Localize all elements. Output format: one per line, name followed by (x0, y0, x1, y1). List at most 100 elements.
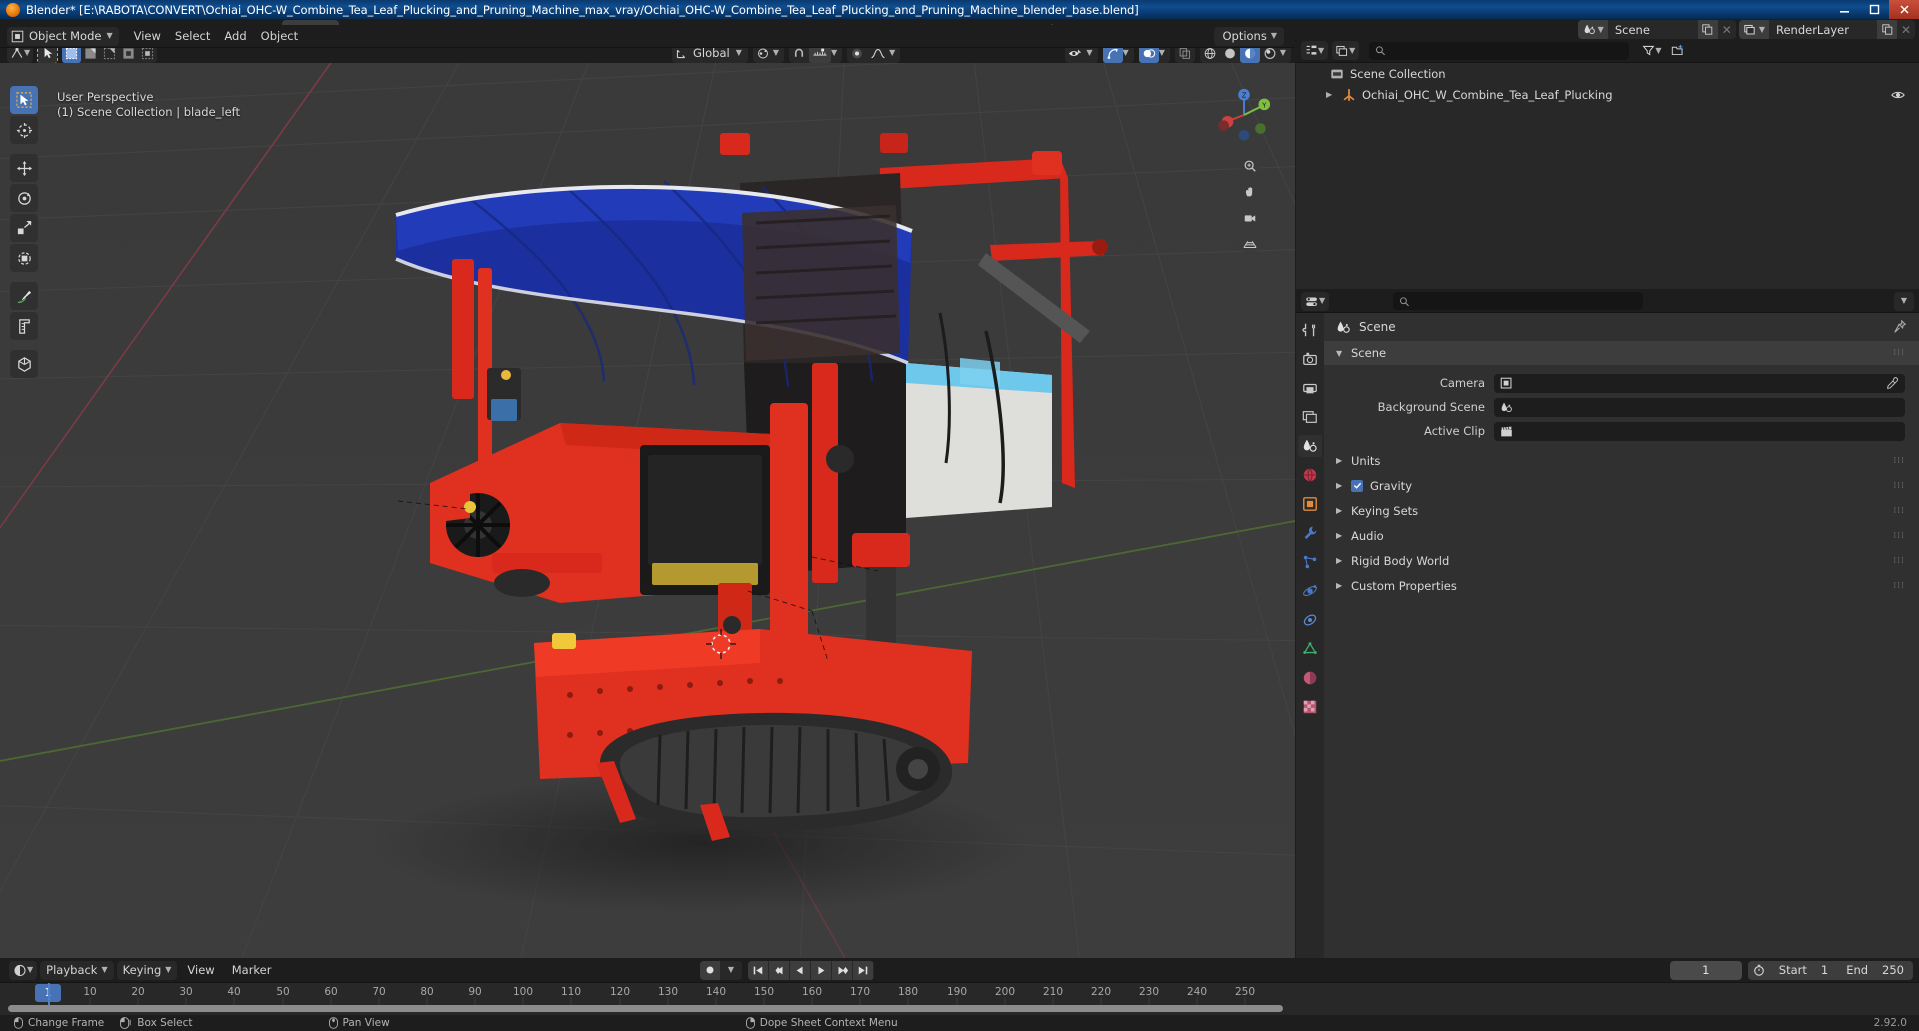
viewport-menu-object[interactable]: Object (254, 27, 305, 45)
eyedropper-icon[interactable] (1886, 376, 1899, 390)
scene-unlink-button[interactable]: ✕ (1718, 20, 1736, 39)
next-keyframe-button[interactable] (832, 960, 853, 980)
viewport-menu-view[interactable]: View (127, 27, 168, 45)
timeline-editor-type-button[interactable]: ▼ (9, 960, 38, 980)
properties-tab-modifiers[interactable] (1298, 522, 1322, 544)
tool-scale[interactable] (10, 214, 38, 242)
outliner-display-mode-button[interactable]: ▼ (1332, 41, 1360, 60)
outliner-search-field[interactable] (1390, 44, 1624, 57)
auto-keyframe-button[interactable] (700, 960, 721, 980)
tool-transform[interactable] (10, 244, 38, 272)
orientation-value[interactable]: Global (691, 46, 736, 60)
properties-tab-output[interactable] (1298, 377, 1322, 399)
auto-keying-group[interactable]: ▼ (700, 960, 742, 980)
auto-keying-options-button[interactable]: ▼ (721, 960, 742, 980)
camera-field[interactable] (1494, 373, 1905, 393)
properties-tab-constraints[interactable] (1298, 609, 1322, 631)
properties-tab-texture[interactable] (1298, 696, 1322, 718)
options-dropdown[interactable]: Options ▼ (1214, 26, 1284, 46)
properties-tab-world[interactable] (1298, 464, 1322, 486)
timeline-editor[interactable]: ▼ Playback ▼ Keying ▼ View Marker ▼ 1 St… (0, 958, 1919, 1015)
jump-to-start-button[interactable] (748, 960, 769, 980)
active-clip-field[interactable] (1494, 421, 1905, 441)
properties-search-field[interactable] (1414, 294, 1637, 308)
timeline-ruler[interactable]: 1 10 20 30 40 50 60 70 80 90 100 110 120… (0, 983, 1919, 1005)
properties-tab-scene[interactable] (1298, 435, 1322, 457)
properties-tab-view-layer[interactable] (1298, 406, 1322, 428)
outliner-search-input[interactable] (1369, 41, 1630, 60)
timeline-scrollbar[interactable] (8, 1005, 1283, 1012)
navigation-gizmo[interactable]: Z Y (1215, 86, 1273, 144)
start-frame-field[interactable]: Start 1 (1770, 963, 1837, 977)
mouse-left-icon (14, 1017, 23, 1029)
section-units[interactable]: ▶ Units ⁞⁞⁞ (1324, 448, 1919, 473)
panel-header-scene[interactable]: ▼ Scene ⁞⁞⁞ (1324, 341, 1919, 365)
close-button[interactable] (1889, 0, 1919, 19)
pan-view-button[interactable] (1239, 181, 1261, 203)
tool-tweak-select[interactable] (10, 86, 38, 114)
current-frame-field[interactable]: 1 (1669, 960, 1742, 980)
properties-tab-material[interactable] (1298, 667, 1322, 689)
maximize-button[interactable] (1859, 0, 1889, 19)
properties-search-input[interactable] (1393, 292, 1643, 310)
section-custom-properties[interactable]: ▶ Custom Properties ⁞⁞⁞ (1324, 573, 1919, 598)
properties-tab-tool[interactable] (1298, 319, 1322, 341)
outliner-new-collection-button[interactable] (1668, 41, 1688, 60)
timeline-menu-playback[interactable]: Playback ▼ (40, 960, 114, 980)
properties-tab-physics[interactable] (1298, 580, 1322, 602)
section-rigid-body-world[interactable]: ▶ Rigid Body World ⁞⁞⁞ (1324, 548, 1919, 573)
outliner-visibility-toggle[interactable] (1891, 88, 1905, 102)
outliner-editor-type-button[interactable]: ▼ (1301, 41, 1329, 60)
timeline-menu-marker[interactable]: Marker (225, 961, 279, 979)
toggle-perspective-button[interactable] (1239, 233, 1261, 255)
viewlayer-remove-button[interactable]: ✕ (1897, 20, 1915, 39)
camera-view-button[interactable] (1239, 207, 1261, 229)
outliner-editor[interactable]: ▼ ▼ ▼ Scene Collection ▶ Ochiai_OHC_W_Co… (1296, 39, 1919, 289)
viewlayer-selector[interactable]: ▼ RenderLayer ✕ (1738, 20, 1915, 39)
properties-editor[interactable]: ▼ ▼ Scene ▼ Scene ⁞⁞⁞ Camera Background … (1296, 290, 1919, 958)
gravity-checkbox[interactable] (1351, 479, 1363, 492)
tool-move[interactable] (10, 154, 38, 182)
timeline-menu-view[interactable]: View (180, 961, 221, 979)
timeline-menu-keying[interactable]: Keying ▼ (116, 960, 178, 980)
outliner-row-scene-collection[interactable]: Scene Collection (1296, 63, 1919, 84)
section-audio[interactable]: ▶ Audio ⁞⁞⁞ (1324, 523, 1919, 548)
minimize-button[interactable] (1829, 0, 1859, 19)
section-keying-sets[interactable]: ▶ Keying Sets ⁞⁞⁞ (1324, 498, 1919, 523)
tool-rotate[interactable] (10, 184, 38, 212)
scene-new-button[interactable] (1697, 20, 1718, 39)
tool-measure[interactable] (10, 312, 38, 340)
properties-tab-render[interactable] (1298, 348, 1322, 370)
tool-add-cube[interactable] (10, 350, 38, 378)
scene-icon-button[interactable]: ▼ (1577, 20, 1608, 39)
viewport-menu-select[interactable]: Select (168, 27, 217, 45)
properties-editor-type-button[interactable]: ▼ (1301, 291, 1330, 311)
properties-options-button[interactable]: ▼ (1893, 291, 1914, 311)
object-mode-selector[interactable]: Object Mode ▼ (7, 26, 119, 46)
viewlayer-name-field[interactable]: RenderLayer (1769, 23, 1877, 37)
scene-selector[interactable]: ▼ Scene ✕ (1577, 20, 1736, 39)
jump-to-end-button[interactable] (853, 960, 874, 980)
scene-name-field[interactable]: Scene (1608, 23, 1698, 37)
outliner-row-object[interactable]: ▶ Ochiai_OHC_W_Combine_Tea_Leaf_Plucking (1296, 84, 1919, 105)
viewlayer-new-button[interactable] (1877, 20, 1897, 39)
section-gravity[interactable]: ▶ Gravity ⁞⁞⁞ (1324, 473, 1919, 498)
pin-icon[interactable] (1893, 320, 1907, 334)
properties-tab-particles[interactable] (1298, 551, 1322, 573)
expand-triangle-icon[interactable]: ▶ (1326, 90, 1336, 99)
previous-keyframe-button[interactable] (769, 960, 790, 980)
background-scene-field[interactable] (1494, 397, 1905, 417)
3d-viewport[interactable]: User Perspective (1) Scene Collection | … (0, 63, 1295, 958)
end-frame-field[interactable]: End 250 (1837, 963, 1913, 977)
outliner-filter-button[interactable]: ▼ (1639, 41, 1664, 60)
viewlayer-icon-button[interactable]: ▼ (1738, 20, 1769, 39)
properties-tab-object[interactable] (1298, 493, 1322, 515)
zoom-view-button[interactable] (1239, 155, 1261, 177)
properties-tab-object-data[interactable] (1298, 638, 1322, 660)
preview-range-button[interactable] (1748, 964, 1770, 976)
viewport-menu-add[interactable]: Add (217, 27, 253, 45)
play-reverse-button[interactable] (790, 960, 811, 980)
tool-cursor[interactable] (10, 116, 38, 144)
play-button[interactable] (811, 960, 832, 980)
tool-annotate[interactable] (10, 282, 38, 310)
